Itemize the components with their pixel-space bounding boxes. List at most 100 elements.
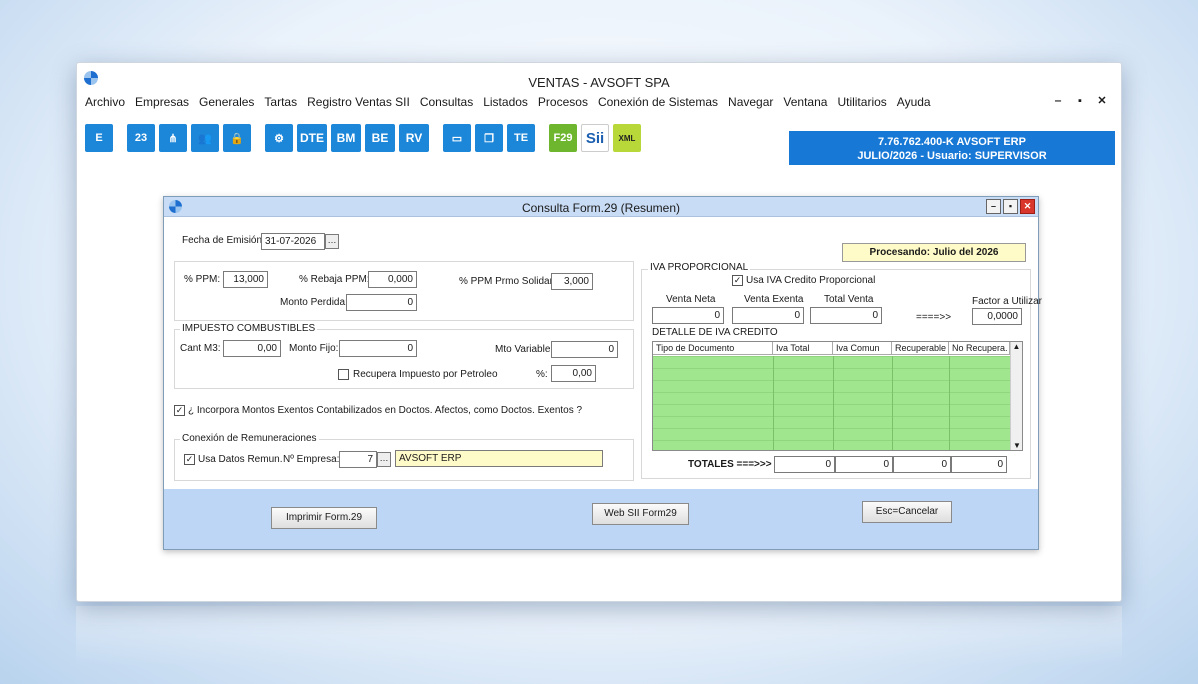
menu-empresas[interactable]: Empresas <box>135 95 189 113</box>
be-icon[interactable]: BE <box>365 124 395 152</box>
menu-consultas[interactable]: Consultas <box>420 95 473 113</box>
table-header: Tipo de Documento Iva Total Iva Comun Re… <box>653 342 1010 355</box>
venta-exenta-input[interactable]: 0 <box>732 307 804 324</box>
cant-m3-input[interactable]: 0,00 <box>223 340 281 357</box>
menu-tartas[interactable]: Tartas <box>264 95 297 113</box>
company-info: 7.76.762.400-K AVSOFT ERP JULIO/2026 - U… <box>789 131 1115 165</box>
venta-neta-input[interactable]: 0 <box>652 307 724 324</box>
monto-perdida-label: Monto Perdida: <box>280 297 348 308</box>
lock-icon[interactable]: 🔒 <box>223 124 251 152</box>
title-bar: VENTAS - AVSOFT SPA <box>77 63 1121 91</box>
usa-remun-checkbox[interactable]: ✓ <box>184 454 195 465</box>
form29-dialog: Consulta Form.29 (Resumen) – ▪ ✕ Fecha d… <box>163 196 1042 550</box>
ppm-label: % PPM: <box>184 274 221 285</box>
venta-exenta-label: Venta Exenta <box>744 294 804 305</box>
window-title: VENTAS - AVSOFT SPA <box>528 75 670 90</box>
col-iva-comun[interactable]: Iva Comun <box>833 342 892 354</box>
ppm-input[interactable]: 13,000 <box>223 271 268 288</box>
total-venta-input[interactable]: 0 <box>810 307 882 324</box>
menu-navegar[interactable]: Navegar <box>728 95 773 113</box>
col-tipo-documento[interactable]: Tipo de Documento <box>653 342 773 354</box>
status-badge: Procesando: Julio del 2026 <box>842 243 1026 262</box>
factor-arrow: ====>> <box>916 312 952 323</box>
sii-icon[interactable]: Sii <box>581 124 609 152</box>
dialog-title-bar: Consulta Form.29 (Resumen) – ▪ ✕ <box>164 197 1038 217</box>
monto-perdida-input[interactable]: 0 <box>346 294 417 311</box>
menu-conexion[interactable]: Conexión de Sistemas <box>598 95 718 113</box>
gear-icon[interactable]: ⚙ <box>265 124 293 152</box>
empresa-label: Nº Empresa: <box>283 454 340 465</box>
col-recuperable[interactable]: Recuperable <box>892 342 949 354</box>
remuneraciones-title: Conexión de Remuneraciones <box>180 433 319 444</box>
windows-icon[interactable]: ❐ <box>475 124 503 152</box>
maximize-button[interactable]: ▪ <box>1071 93 1089 109</box>
recupera-label: Recupera Impuesto por Petroleo <box>353 369 498 380</box>
fecha-input[interactable]: 31-07-2026 <box>261 233 325 250</box>
menu-generales[interactable]: Generales <box>199 95 254 113</box>
menu-utilitarios[interactable]: Utilitarios <box>837 95 886 113</box>
dte-icon[interactable]: DTE <box>297 124 327 152</box>
scroll-up-icon[interactable]: ▲ <box>1011 342 1022 351</box>
empresa-name-field: AVSOFT ERP <box>395 450 603 467</box>
web-sii-button[interactable]: Web SII Form29 <box>592 503 689 525</box>
window-reflection <box>76 606 1122 666</box>
factor-input[interactable]: 0,0000 <box>972 308 1022 325</box>
te-icon[interactable]: TE <box>507 124 535 152</box>
empresa-number-input[interactable]: 7 <box>339 451 377 468</box>
recupera-checkbox[interactable] <box>338 369 349 380</box>
dialog-footer: Imprimir Form.29 Web SII Form29 Esc=Canc… <box>164 489 1038 549</box>
dialog-maximize-button[interactable]: ▪ <box>1003 199 1018 214</box>
imprimir-button[interactable]: Imprimir Form.29 <box>271 507 377 529</box>
cancelar-button[interactable]: Esc=Cancelar <box>862 501 952 523</box>
toolbar: E 23 ⋔ 👥 🔒 ⚙ DTE BM BE RV ▭ ❐ TE F29 Sii… <box>85 119 641 157</box>
usa-iva-checkbox[interactable]: ✓ <box>732 275 743 286</box>
monto-fijo-label: Monto Fijo: <box>289 343 339 354</box>
iva-credito-table[interactable]: Tipo de Documento Iva Total Iva Comun Re… <box>652 341 1023 451</box>
e-icon[interactable]: E <box>85 124 113 152</box>
bm-icon[interactable]: BM <box>331 124 361 152</box>
total-iva-total: 0 <box>774 456 835 473</box>
menu-archivo[interactable]: Archivo <box>85 95 125 113</box>
calendar-icon[interactable]: 23 <box>127 124 155 152</box>
dialog-title: Consulta Form.29 (Resumen) <box>521 201 681 215</box>
menu-registro-ventas[interactable]: Registro Ventas SII <box>307 95 410 113</box>
rebaja-label: % Rebaja PPM: <box>299 274 370 285</box>
rebaja-input[interactable]: 0,000 <box>368 271 417 288</box>
mto-variable-input[interactable]: 0 <box>551 341 618 358</box>
incorpora-checkbox[interactable]: ✓ <box>174 405 185 416</box>
xml-icon[interactable]: XML <box>613 124 641 152</box>
col-iva-total[interactable]: Iva Total <box>773 342 833 354</box>
table-body[interactable] <box>653 356 1010 450</box>
detalle-title: DETALLE DE IVA CREDITO <box>652 327 778 338</box>
cant-m3-label: Cant M3: <box>180 343 221 354</box>
dialog-close-button[interactable]: ✕ <box>1020 199 1035 214</box>
ppm-solidario-input[interactable]: 3,000 <box>551 273 593 290</box>
f29-icon[interactable]: F29 <box>549 124 577 152</box>
total-no-recupera: 0 <box>951 456 1007 473</box>
users-icon[interactable]: 👥 <box>191 124 219 152</box>
menu-ventana[interactable]: Ventana <box>783 95 827 113</box>
totales-label: TOTALES ===>>> <box>688 459 772 470</box>
minimize-button[interactable]: ‒ <box>1049 93 1067 109</box>
dialog-minimize-button[interactable]: – <box>986 199 1001 214</box>
company-line-1: 7.76.762.400-K AVSOFT ERP <box>878 136 1026 148</box>
menu-ayuda[interactable]: Ayuda <box>897 95 931 113</box>
monto-fijo-input[interactable]: 0 <box>339 340 417 357</box>
pct-label: %: <box>536 369 548 380</box>
col-no-recupera[interactable]: No Recupera. <box>949 342 1010 354</box>
total-recuperable: 0 <box>893 456 951 473</box>
window-icon[interactable]: ▭ <box>443 124 471 152</box>
scroll-down-icon[interactable]: ▼ <box>1011 441 1023 450</box>
close-button[interactable]: ✕ <box>1093 93 1111 109</box>
empresa-lookup-button[interactable]: … <box>377 452 391 467</box>
menu-listados[interactable]: Listados <box>483 95 528 113</box>
fecha-label: Fecha de Emisión: <box>182 235 265 246</box>
menu-procesos[interactable]: Procesos <box>538 95 588 113</box>
share-icon[interactable]: ⋔ <box>159 124 187 152</box>
fecha-picker-button[interactable]: … <box>325 234 339 249</box>
combustibles-title: IMPUESTO COMBUSTIBLES <box>180 323 318 334</box>
pct-input[interactable]: 0,00 <box>551 365 596 382</box>
table-scrollbar[interactable]: ▲ ▼ <box>1010 342 1022 450</box>
total-iva-comun: 0 <box>835 456 893 473</box>
rv-icon[interactable]: RV <box>399 124 429 152</box>
